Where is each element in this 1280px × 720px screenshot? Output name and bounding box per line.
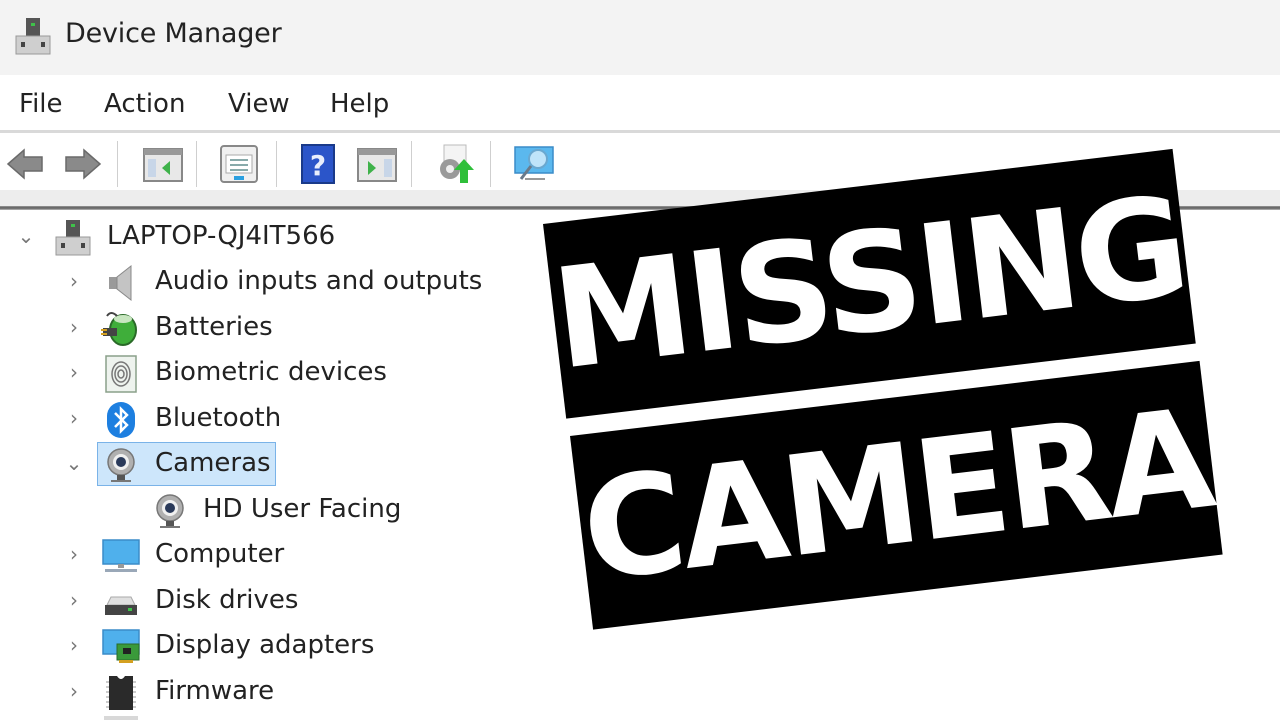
- chevron-down-icon[interactable]: ⌄: [64, 452, 84, 474]
- scan-hardware-icon[interactable]: [513, 143, 555, 185]
- webcam-icon: [156, 494, 184, 528]
- toolbar-separator: [117, 141, 118, 187]
- device-manager-icon: [15, 18, 51, 55]
- tree-item-label: Biometric devices: [155, 357, 387, 387]
- chevron-right-icon[interactable]: ›: [64, 361, 84, 383]
- tree-item-label: Disk drives: [155, 585, 299, 615]
- tree-item-bluetooth[interactable]: › Bluetooth: [0, 397, 600, 441]
- toolbar-separator: [411, 141, 412, 187]
- chevron-down-icon[interactable]: ⌄: [16, 225, 36, 247]
- tree-item-hd-user-facing[interactable]: HD User Facing: [0, 488, 600, 532]
- fingerprint-icon: [105, 355, 137, 393]
- disk-drive-icon: [105, 596, 137, 615]
- tree-item-disk-drives[interactable]: › Disk drives: [0, 579, 600, 623]
- toolbar-separator: [490, 141, 491, 187]
- tree-item-label: Computer: [155, 539, 285, 569]
- tree-item-label: Firmware: [155, 676, 275, 706]
- monitor-icon: [102, 539, 140, 572]
- menu-view[interactable]: View: [228, 89, 290, 119]
- chevron-right-icon[interactable]: ›: [64, 680, 84, 702]
- tree-item-label: HD User Facing: [203, 494, 402, 524]
- webcam-icon: [107, 448, 135, 482]
- tree-item-label: Audio inputs and outputs: [155, 266, 483, 296]
- menu-file[interactable]: File: [19, 89, 63, 119]
- properties-icon[interactable]: [218, 143, 260, 185]
- tree-item-label: Cameras: [155, 448, 271, 478]
- menu-action[interactable]: Action: [104, 89, 185, 119]
- tree-item-audio[interactable]: › Audio inputs and outputs: [0, 260, 600, 304]
- tree-item-label: Batteries: [155, 312, 273, 342]
- menu-bar: File Action View Help: [0, 75, 1280, 131]
- tree-item-biometric[interactable]: › Biometric devices: [0, 351, 600, 395]
- tree-item-batteries[interactable]: › Batteries: [0, 306, 600, 350]
- menu-help[interactable]: Help: [330, 89, 389, 119]
- tree-item-cameras[interactable]: ⌄ Cameras: [0, 442, 600, 486]
- firmware-chip-icon: [106, 676, 136, 710]
- chevron-right-icon[interactable]: ›: [64, 407, 84, 429]
- svg-text:?: ?: [310, 149, 326, 182]
- tree-item-firmware[interactable]: › Firmware: [0, 670, 600, 714]
- window-title: Device Manager: [65, 18, 282, 49]
- toolbar-separator: [276, 141, 277, 187]
- tree-item-display-adapters[interactable]: › Display adapters: [0, 624, 600, 668]
- chevron-right-icon[interactable]: ›: [64, 634, 84, 656]
- battery-icon: [101, 312, 137, 346]
- display-adapter-icon: [102, 629, 140, 663]
- computer-root-icon: [55, 220, 91, 256]
- forward-arrow-icon[interactable]: [62, 143, 104, 185]
- chevron-right-icon[interactable]: ›: [64, 316, 84, 338]
- back-arrow-icon[interactable]: [4, 143, 46, 185]
- tree-root-label: LAPTOP-QJ4IT566: [107, 221, 336, 251]
- update-driver-icon[interactable]: [434, 143, 476, 185]
- chevron-right-icon[interactable]: ›: [64, 589, 84, 611]
- tree-item-partial: [104, 716, 138, 720]
- chevron-right-icon[interactable]: ›: [64, 543, 84, 565]
- tree-item-computer[interactable]: › Computer: [0, 533, 600, 577]
- action-pane-icon[interactable]: [356, 143, 398, 185]
- tree-item-label: Display adapters: [155, 630, 375, 660]
- console-tree-icon[interactable]: [142, 143, 184, 185]
- bluetooth-icon: [107, 402, 135, 438]
- title-bar: Device Manager: [0, 0, 1280, 75]
- tree-root[interactable]: ⌄ LAPTOP-QJ4IT566: [0, 215, 600, 259]
- speaker-icon: [109, 264, 132, 302]
- toolbar-separator: [196, 141, 197, 187]
- help-icon[interactable]: ?: [298, 143, 340, 185]
- tree-item-label: Bluetooth: [155, 403, 282, 433]
- chevron-right-icon[interactable]: ›: [64, 270, 84, 292]
